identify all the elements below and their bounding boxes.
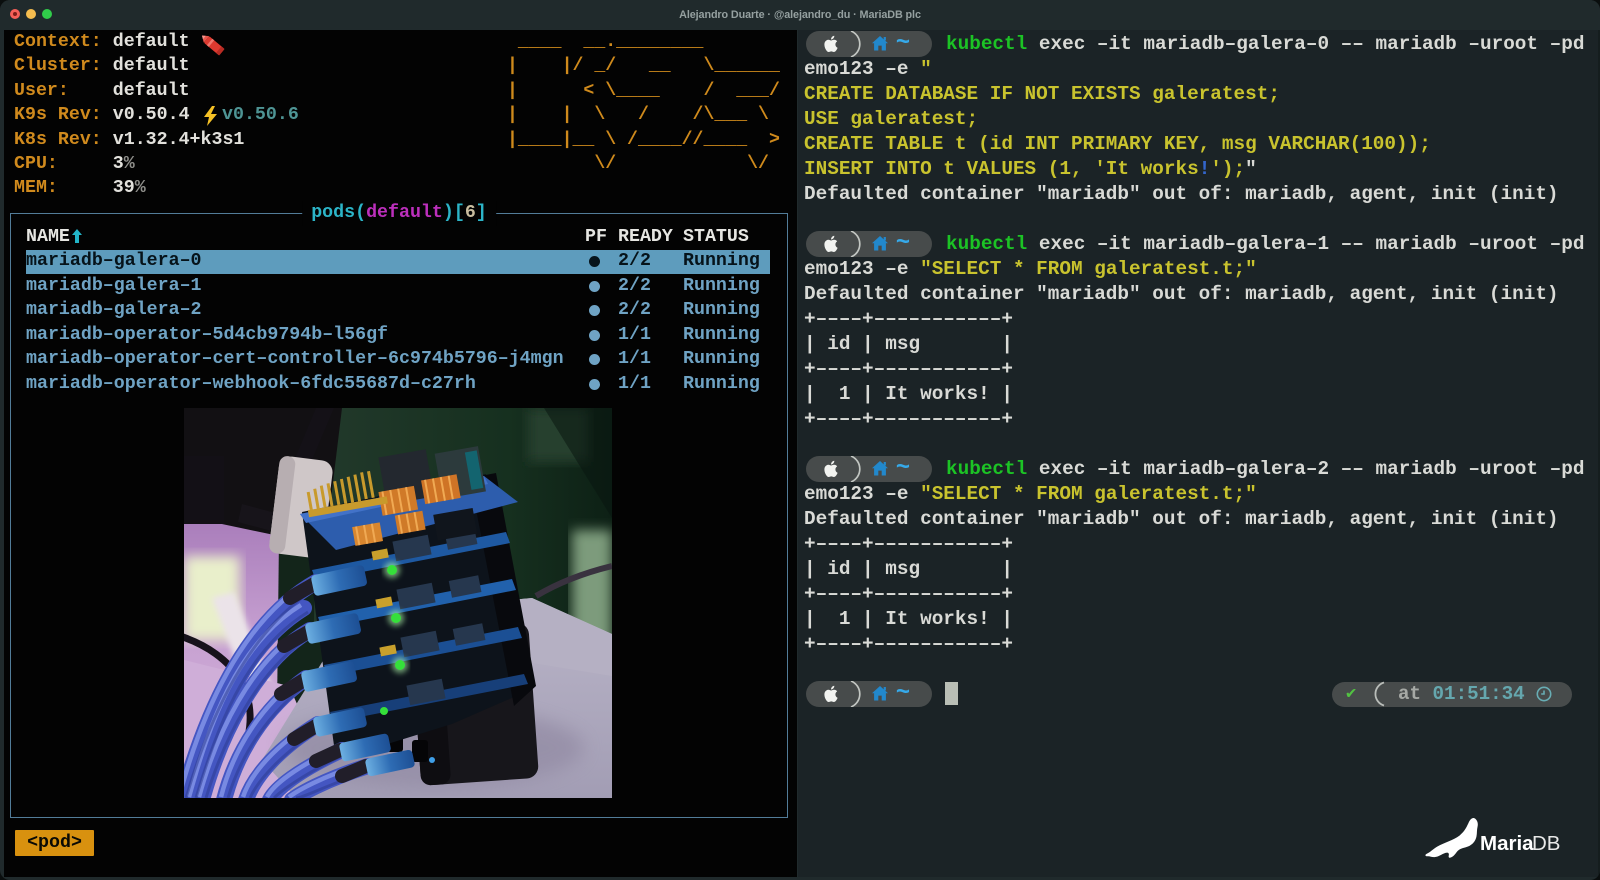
svg-text:DB: DB: [1532, 832, 1560, 855]
svg-text:Maria: Maria: [1480, 832, 1534, 855]
